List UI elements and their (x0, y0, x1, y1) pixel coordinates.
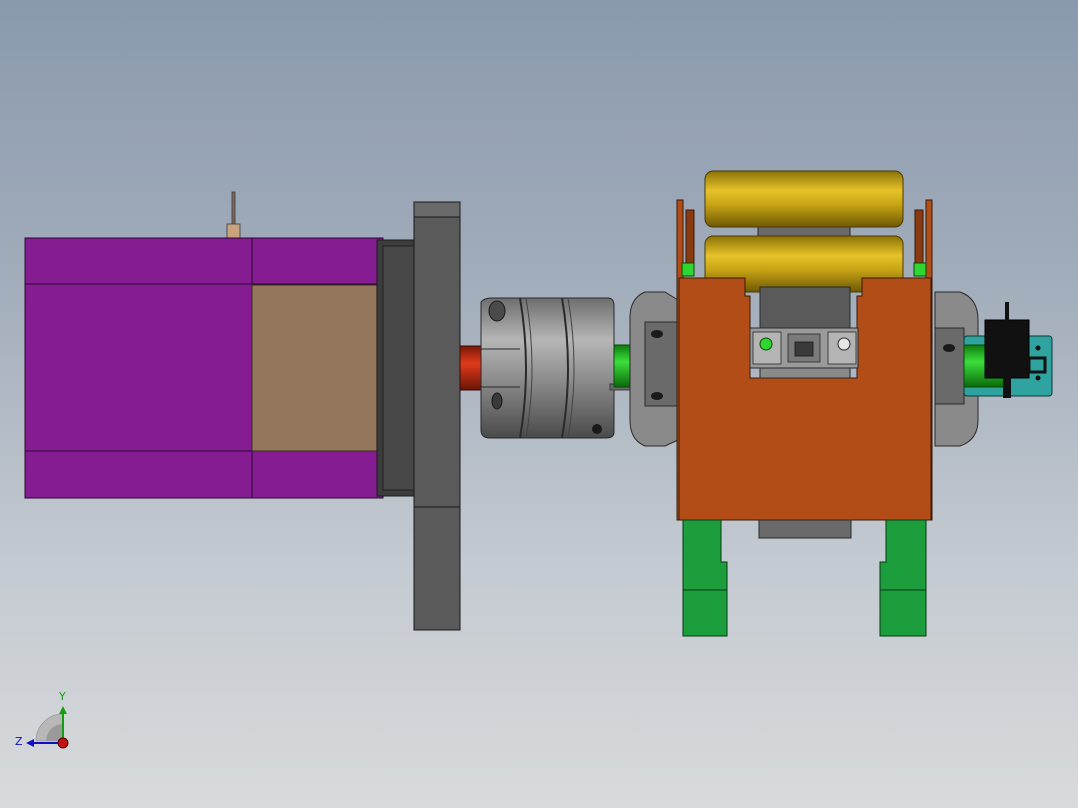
green-support-leg-right (879, 519, 927, 637)
coordinate-triad: Y Z (15, 690, 69, 749)
motor-shaft (459, 345, 485, 391)
y-axis-label: Y (58, 690, 66, 703)
model-scene[interactable]: Y Z (0, 0, 1078, 808)
motor-adapter-block (251, 284, 379, 452)
z-axis-label: Z (15, 735, 23, 748)
mounting-flange-plate[interactable] (413, 201, 461, 631)
cad-viewport[interactable]: Y Z (0, 0, 1078, 808)
green-support-leg-left (682, 519, 728, 637)
coupling-screw-hole (491, 392, 503, 410)
coupling-screw-hole (488, 300, 506, 322)
coupling-screw-hole (592, 424, 602, 434)
motor-cable-gland (226, 223, 241, 240)
servo-motor[interactable] (24, 191, 416, 499)
gearbox-assembly[interactable] (629, 170, 979, 637)
motor-cable-pin (231, 191, 236, 226)
yellow-roller-top (704, 170, 904, 228)
x-axis-dot (57, 737, 69, 749)
shaft-coupling[interactable] (480, 297, 635, 439)
